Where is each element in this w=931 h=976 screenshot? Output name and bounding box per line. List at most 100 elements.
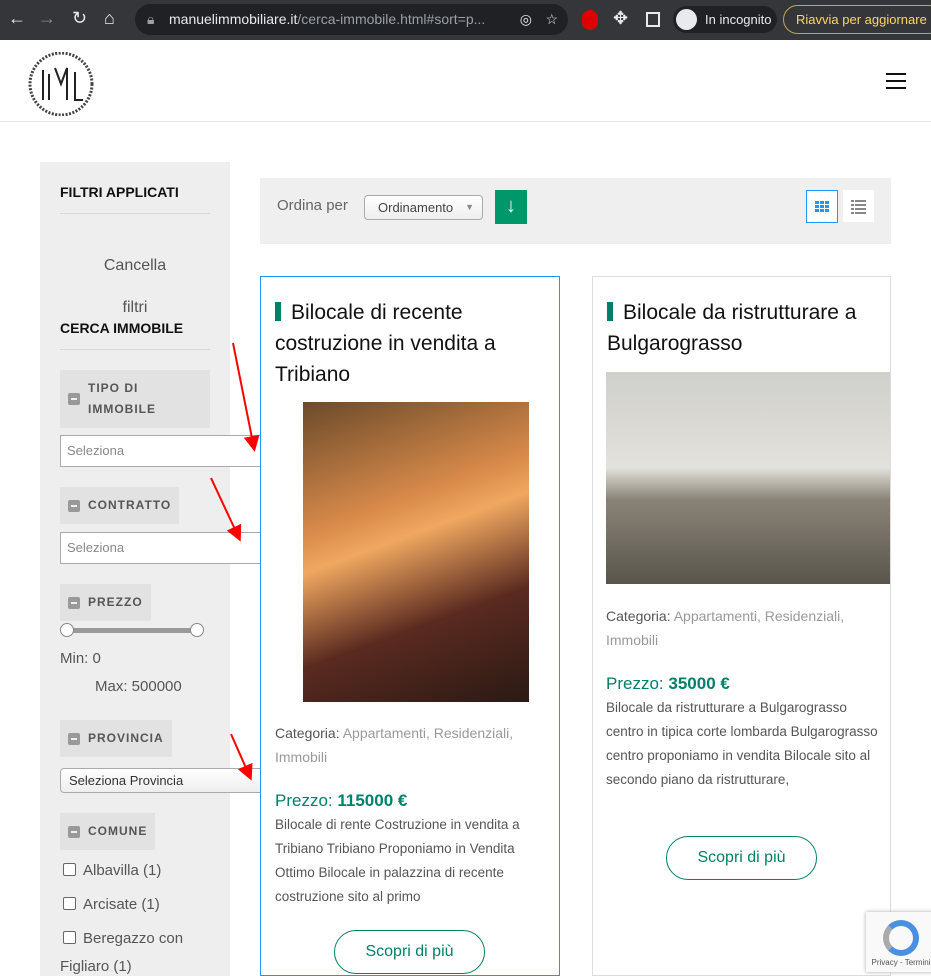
filter-comune-header[interactable]: COMUNE <box>60 813 156 850</box>
select-value: Ordinamento <box>378 200 454 215</box>
filter-contratto-header[interactable]: CONTRATTO <box>60 487 180 524</box>
category-links[interactable]: Appartamenti, Residenziali, <box>343 725 513 741</box>
scopri-button[interactable]: Scopri di più <box>666 836 817 880</box>
checkbox-label: Albavilla (1) <box>83 862 162 879</box>
star-icon[interactable]: ☆ <box>545 4 558 35</box>
divider <box>60 349 210 350</box>
collapse-icon <box>68 499 80 512</box>
card-categories: Categoria: Appartamenti, Residenziali, Im… <box>606 604 881 652</box>
checkbox-label-cont: Figliaro (1) <box>60 958 132 975</box>
comune-checkbox[interactable]: Arcisate (1) <box>63 896 160 913</box>
extension-icon[interactable] <box>582 10 598 30</box>
price-min-label: Min: 0 <box>60 650 101 667</box>
reload-icon[interactable]: ↻ <box>72 8 87 29</box>
incognito-badge[interactable]: In incognito <box>673 6 777 33</box>
card-categories: Categoria: Appartamenti, Residenziali, Im… <box>275 721 550 769</box>
recaptcha-links[interactable]: Privacy - Termini <box>866 958 931 967</box>
price-min-handle[interactable] <box>60 623 74 637</box>
tipo-input[interactable]: Seleziona <box>60 435 290 467</box>
contratto-input[interactable]: Seleziona <box>60 532 290 564</box>
card-description: Bilocale da ristrutturare a Bulgarograss… <box>606 700 878 787</box>
url-domain: manuelimmobiliare.it <box>169 11 298 27</box>
placeholder: Seleziona <box>67 443 125 458</box>
price-label: Prezzo: <box>606 674 664 693</box>
filter-prezzo-header[interactable]: PREZZO <box>60 584 151 621</box>
sort-direction-button[interactable]: ↓ <box>495 190 527 224</box>
sort-select[interactable]: Ordinamento ▼ <box>364 195 483 220</box>
price-value: 35000 € <box>668 674 730 693</box>
placeholder: Seleziona <box>67 540 125 555</box>
card-price: Prezzo: 35000 € <box>606 674 730 694</box>
property-image[interactable] <box>606 372 890 584</box>
clear-filters-link[interactable]: Cancella filtri <box>40 245 230 329</box>
clear-label-1: Cancella <box>103 257 167 274</box>
lock-icon: 🔒︎ <box>147 11 155 27</box>
hamburger-menu-icon[interactable] <box>886 73 906 89</box>
filter-label: COMUNE <box>88 824 148 838</box>
sort-label: Ordina per <box>277 197 348 214</box>
property-card: Bilocale da ristrutturare a Bulgarograss… <box>592 276 891 976</box>
price-range-track <box>67 628 197 633</box>
checkbox-label: Arcisate (1) <box>83 896 160 913</box>
grid-icon <box>815 201 829 212</box>
relaunch-label: Riavvia per aggiornare <box>796 12 927 27</box>
eye-off-icon[interactable]: ◎ <box>520 4 532 35</box>
filter-sidebar: FILTRI APPLICATI Cancella filtri CERCA IM… <box>40 162 290 976</box>
collapse-icon <box>68 393 80 405</box>
filter-tipo-header[interactable]: TIPO DI IMMOBILE <box>60 370 210 428</box>
arrow-annotation <box>232 342 260 452</box>
browser-toolbar: ← → ↻ ⌂ 🔒︎ manuelimmobiliare.it/cerca-imm… <box>0 0 931 40</box>
sort-toolbar: Ordina per Ordinamento ▼ ↓ <box>260 178 891 244</box>
price-max-label: Max: 500000 <box>95 678 182 695</box>
applied-filters-title: FILTRI APPLICATI <box>60 184 179 200</box>
collapse-icon <box>68 596 80 609</box>
list-icon <box>851 200 866 214</box>
price-max-handle[interactable] <box>190 623 204 637</box>
category-label: Categoria: <box>606 608 671 624</box>
collapse-icon <box>68 825 80 838</box>
puzzle-icon[interactable]: ✥ <box>613 8 628 29</box>
price-label: Prezzo: <box>275 791 333 810</box>
forward-icon[interactable]: → <box>38 8 56 29</box>
checkbox[interactable] <box>63 931 76 944</box>
incognito-label: In incognito <box>705 12 772 27</box>
price-value: 115000 € <box>337 791 408 810</box>
category-label: Categoria: <box>275 725 340 741</box>
url-path: /cerca-immobile.html#sort=p... <box>297 11 486 27</box>
filter-provincia-header[interactable]: PROVINCIA <box>60 720 172 757</box>
home-icon[interactable]: ⌂ <box>104 8 115 29</box>
incognito-icon <box>676 9 697 30</box>
checkbox-label: Beregazzo con <box>83 930 184 947</box>
property-image[interactable] <box>303 402 529 702</box>
category-link[interactable]: Immobili <box>275 749 327 765</box>
checkbox[interactable] <box>63 863 76 876</box>
checkbox[interactable] <box>63 897 76 910</box>
comune-checkbox[interactable]: Albavilla (1) <box>63 862 161 879</box>
category-links[interactable]: Appartamenti, Residenziali, <box>674 608 844 624</box>
site-header <box>0 40 931 122</box>
recaptcha-icon <box>883 920 919 956</box>
address-bar[interactable]: 🔒︎ manuelimmobiliare.it/cerca-immobile.ht… <box>135 4 568 35</box>
property-card: Bilocale di recente costruzione in vendi… <box>260 276 560 976</box>
comune-checkbox[interactable]: Beregazzo con <box>63 930 183 947</box>
filter-label: PROVINCIA <box>88 731 164 745</box>
select-value: Seleziona Provincia <box>69 773 184 788</box>
card-description: Bilocale di rente Costruzione in vendita… <box>275 817 520 904</box>
card-title[interactable]: Bilocale da ristrutturare a Bulgarograss… <box>607 297 877 359</box>
filter-label: PREZZO <box>88 595 143 609</box>
sidepanel-icon[interactable] <box>646 12 660 27</box>
relaunch-button[interactable]: Riavvia per aggiornare <box>783 5 931 34</box>
logo[interactable] <box>25 52 97 116</box>
provincia-select[interactable]: Seleziona Provincia▼ <box>60 768 290 793</box>
chevron-down-icon: ▼ <box>465 202 474 212</box>
list-view-button[interactable] <box>843 190 874 222</box>
grid-view-button[interactable] <box>806 190 838 223</box>
category-link[interactable]: Immobili <box>606 632 658 648</box>
filter-label: CONTRATTO <box>88 498 172 512</box>
divider <box>60 213 210 214</box>
arrow-down-icon: ↓ <box>506 195 516 217</box>
recaptcha-badge[interactable]: Privacy - Termini <box>866 912 931 972</box>
scopri-button[interactable]: Scopri di più <box>334 930 485 974</box>
back-icon[interactable]: ← <box>8 8 26 29</box>
card-title[interactable]: Bilocale di recente costruzione in vendi… <box>275 297 545 390</box>
